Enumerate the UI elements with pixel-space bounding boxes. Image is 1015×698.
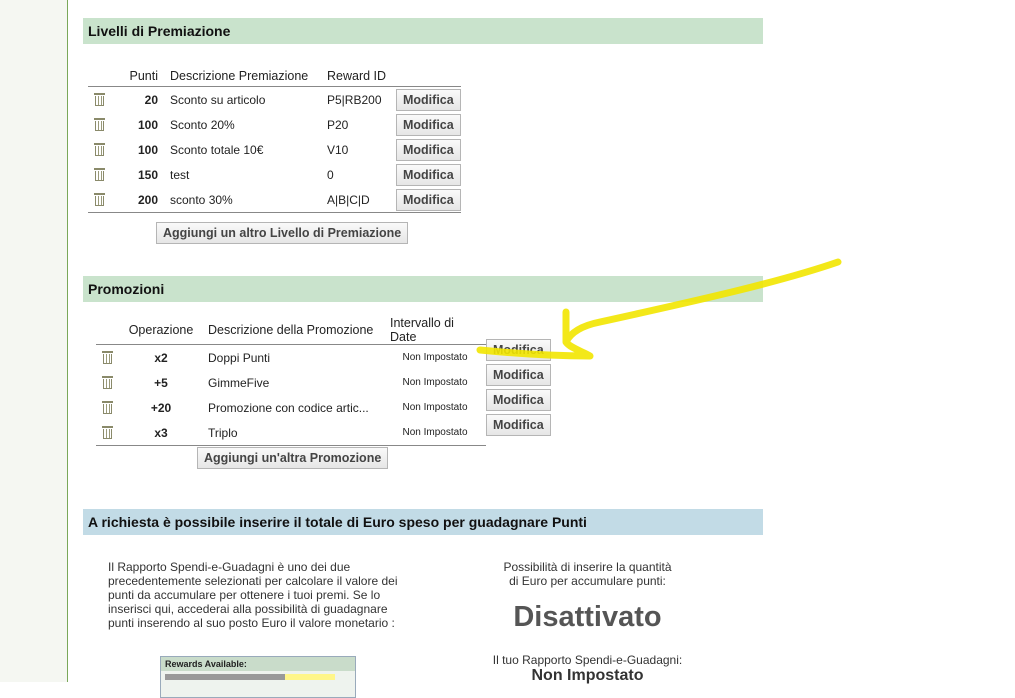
level-reward-id: A|B|C|D <box>327 192 370 207</box>
promo-operation: +5 <box>154 375 168 390</box>
spend-earn-description: Il Rapporto Spendi-e-Guadagni è uno dei … <box>108 560 398 630</box>
edit-level-button[interactable]: Modifica <box>396 88 461 111</box>
edit-level-button[interactable]: Modifica <box>396 113 461 136</box>
promotions-table: Operazione Descrizione della Promozione … <box>96 316 486 446</box>
column-header-description: Descrizione Premiazione <box>170 69 309 83</box>
euro-section-title: A richiesta è possibile inserire il tota… <box>83 509 763 535</box>
column-header-promo-description: Descrizione della Promozione <box>208 323 374 337</box>
levels-section-title: Livelli di Premiazione <box>83 18 763 44</box>
trash-icon[interactable] <box>94 142 105 156</box>
trash-icon[interactable] <box>102 375 113 389</box>
edit-level-button[interactable]: Modifica <box>396 163 461 186</box>
promo-interval: Non Impostato <box>402 352 468 363</box>
promo-operation: +20 <box>150 400 172 415</box>
trash-icon[interactable] <box>102 400 113 414</box>
left-panel <box>0 0 68 682</box>
trash-icon[interactable] <box>102 350 113 364</box>
trash-icon[interactable] <box>94 167 105 181</box>
table-row: 100 Sconto 20% P20 Modifica <box>88 112 461 137</box>
edit-promo-button[interactable]: Modifica <box>486 339 551 361</box>
level-points: 100 <box>137 142 158 157</box>
level-description: Sconto su articolo <box>170 92 266 107</box>
level-reward-id: V10 <box>327 142 349 157</box>
level-points: 200 <box>137 192 158 207</box>
column-header-points: Punti <box>129 69 159 83</box>
level-points: 20 <box>144 92 158 107</box>
table-row: 20 Sconto su articolo P5|RB200 Modifica <box>88 87 461 113</box>
edit-level-button[interactable]: Modifica <box>396 138 461 161</box>
edit-promo-button[interactable]: Modifica <box>486 389 551 411</box>
promo-interval: Non Impostato <box>402 427 468 438</box>
euro-entry-status: Disattivato <box>513 601 662 633</box>
rewards-box-title: Rewards Available: <box>161 657 355 671</box>
level-reward-id: 0 <box>327 167 334 182</box>
level-points: 100 <box>137 117 158 132</box>
level-description: Sconto 20% <box>170 117 235 132</box>
column-header-date-interval: Intervallo di Date <box>390 316 454 344</box>
promo-operation: x2 <box>154 350 168 365</box>
level-reward-id: P5|RB200 <box>327 92 382 107</box>
table-row: +20 Promozione con codice artic... Non I… <box>96 395 486 420</box>
ratio-value: Non Impostato <box>531 667 644 684</box>
levels-table: Punti Descrizione Premiazione Reward ID … <box>88 66 461 213</box>
table-row: 150 test 0 Modifica <box>88 162 461 187</box>
level-description: Sconto totale 10€ <box>170 142 264 157</box>
promo-interval: Non Impostato <box>402 377 468 388</box>
table-row: 100 Sconto totale 10€ V10 Modifica <box>88 137 461 162</box>
level-points: 150 <box>137 167 158 182</box>
add-promotion-button[interactable]: Aggiungi un'altra Promozione <box>197 447 389 469</box>
edit-level-button[interactable]: Modifica <box>396 188 461 211</box>
level-description: sconto 30% <box>170 192 233 207</box>
promo-description: Triplo <box>208 425 238 440</box>
trash-icon[interactable] <box>94 117 105 131</box>
rewards-preview-box: Rewards Available: <box>160 656 356 698</box>
edit-promo-button[interactable]: Modifica <box>486 414 551 436</box>
rewards-box-line <box>161 671 355 684</box>
promo-description: GimmeFive <box>208 375 270 390</box>
trash-icon[interactable] <box>94 192 105 206</box>
level-description: test <box>170 167 190 182</box>
euro-entry-label: Possibilità di inserire la quantità di E… <box>503 560 672 588</box>
ratio-label: Il tuo Rapporto Spendi-e-Guadagni: <box>492 653 683 667</box>
edit-promo-button[interactable]: Modifica <box>486 364 551 386</box>
trash-icon[interactable] <box>102 425 113 439</box>
table-row: x3 Triplo Non Impostato <box>96 420 486 446</box>
promo-operation: x3 <box>154 425 168 440</box>
table-row: 200 sconto 30% A|B|C|D Modifica <box>88 187 461 213</box>
column-header-reward-id: Reward ID <box>327 69 387 83</box>
level-reward-id: P20 <box>327 117 349 132</box>
add-level-button[interactable]: Aggiungi un altro Livello di Premiazione <box>156 222 409 244</box>
promo-description: Promozione con codice artic... <box>208 400 369 415</box>
column-header-operation: Operazione <box>128 323 194 337</box>
table-row: x2 Doppi Punti Non Impostato <box>96 345 486 371</box>
promo-interval: Non Impostato <box>402 402 468 413</box>
trash-icon[interactable] <box>94 92 105 106</box>
table-row: +5 GimmeFive Non Impostato <box>96 370 486 395</box>
promo-description: Doppi Punti <box>208 350 271 365</box>
promotions-section-title: Promozioni <box>83 276 763 302</box>
